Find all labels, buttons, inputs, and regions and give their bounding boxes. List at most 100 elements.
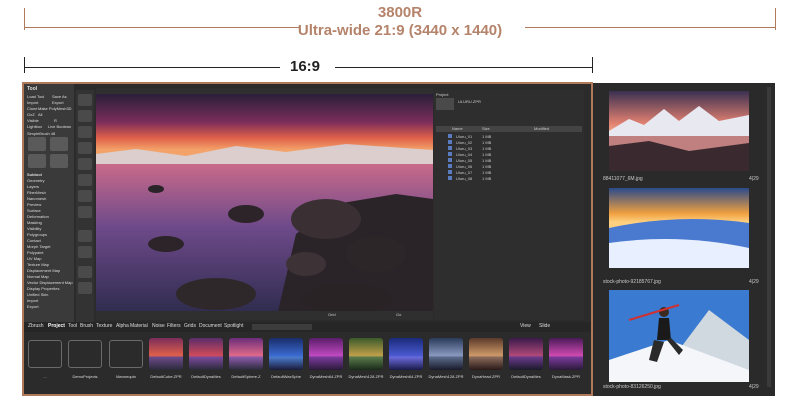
tool-menu-item[interactable]: Subtool <box>27 172 42 177</box>
tool-menu-item[interactable]: Masking <box>27 220 42 225</box>
tool-menu-item[interactable]: Surface <box>27 208 41 213</box>
brush-swatch[interactable] <box>50 154 68 168</box>
tab-project[interactable]: Project <box>48 323 65 329</box>
tool-row[interactable]: Load Tool <box>27 94 44 99</box>
project-thumbnail[interactable] <box>229 338 263 370</box>
project-thumbnail[interactable] <box>189 338 223 370</box>
aspect-tick-left <box>24 57 25 73</box>
tool-row[interactable]: R <box>54 118 57 123</box>
brush-swatch[interactable] <box>50 137 68 151</box>
column-header[interactable]: Name <box>452 126 463 131</box>
tool-row[interactable]: Save As <box>52 94 67 99</box>
tool-menu-item[interactable]: Layers <box>27 184 39 189</box>
tab-noise[interactable]: Noise <box>152 323 165 329</box>
tool-menu-item[interactable]: Deformation <box>27 214 49 219</box>
gallery-image[interactable] <box>609 290 749 382</box>
tab-zbrush[interactable]: Zbrush <box>28 323 44 329</box>
project-thumbnail[interactable] <box>389 338 423 370</box>
project-thumbnail[interactable] <box>429 338 463 370</box>
tool-menu-item[interactable]: Unified Skin <box>27 292 48 297</box>
toolbar-button[interactable] <box>78 158 92 170</box>
folder-tile[interactable] <box>28 340 62 368</box>
tab-material[interactable]: Material <box>130 323 148 329</box>
brush-swatch[interactable] <box>28 154 46 168</box>
toolbar-button[interactable] <box>78 126 92 138</box>
toolbar-button[interactable] <box>78 94 92 106</box>
tool-menu-item[interactable]: Polypaint <box>27 250 43 255</box>
tool-menu-item[interactable]: Texture Map <box>27 262 49 267</box>
tool-row[interactable]: Make PolyMesh3D <box>38 106 72 111</box>
gallery-image[interactable] <box>609 188 749 268</box>
tool-row[interactable]: Import <box>27 100 38 105</box>
tab-texture[interactable]: Texture <box>96 323 112 329</box>
tool-row[interactable]: Visible <box>27 118 39 123</box>
file-label: ULURU.ZPR <box>458 99 481 104</box>
toolbar-button[interactable] <box>78 110 92 122</box>
folder-tile[interactable] <box>109 340 143 368</box>
toolbar-button[interactable] <box>78 246 92 258</box>
project-thumbnail[interactable] <box>549 338 583 370</box>
project-thumbnail[interactable] <box>349 338 383 370</box>
file-row[interactable]: Uluru_08 1 MB <box>436 176 582 181</box>
tool-menu-item[interactable]: Geometry <box>27 178 45 183</box>
go-button[interactable]: Go <box>396 312 401 317</box>
tool-row[interactable]: Clone <box>27 106 37 111</box>
toolbar-button[interactable] <box>78 142 92 154</box>
folder-tile[interactable] <box>68 340 102 368</box>
tool-row[interactable]: Export <box>52 100 64 105</box>
project-thumbnail[interactable] <box>469 338 503 370</box>
toolbar-button[interactable] <box>78 174 92 186</box>
tool-menu-item[interactable]: Import <box>27 298 38 303</box>
tab-spotlight[interactable]: Spotlight <box>224 323 243 329</box>
file-row[interactable]: Uluru_02 1 MB <box>436 140 582 145</box>
tool-row[interactable]: GoZ <box>27 112 35 117</box>
tool-menu-item[interactable]: Contact <box>27 238 41 243</box>
tool-menu-item[interactable]: Vector Displacement Map <box>27 280 73 285</box>
tool-row[interactable]: All <box>38 112 42 117</box>
project-thumbnail[interactable] <box>509 338 543 370</box>
tool-menu-item[interactable]: Display Properties <box>27 286 59 291</box>
gallery-scrollbar[interactable] <box>767 87 771 387</box>
toolbar-button[interactable] <box>78 206 92 218</box>
tab-brush[interactable]: Brush <box>80 323 93 329</box>
file-row[interactable]: Uluru_06 1 MB <box>436 164 582 169</box>
column-header[interactable]: Modified <box>534 126 549 131</box>
toolbar-button[interactable] <box>78 230 92 242</box>
file-row[interactable]: Uluru_03 1 MB <box>436 146 582 151</box>
file-row[interactable]: Uluru_01 1 MB <box>436 134 582 139</box>
project-thumbnail[interactable] <box>269 338 303 370</box>
column-header[interactable]: Size <box>482 126 490 131</box>
file-row[interactable]: Uluru_07 1 MB <box>436 170 582 175</box>
tool-menu-item[interactable]: FiberMesh <box>27 190 46 195</box>
tool-menu-item[interactable]: Displacement Map <box>27 268 60 273</box>
tab-tool[interactable]: Tool <box>68 323 77 329</box>
project-thumbnail[interactable] <box>149 338 183 370</box>
gallery-image[interactable] <box>609 91 749 171</box>
slide-button[interactable]: Slide <box>539 323 550 329</box>
tool-menu-item[interactable]: Export <box>27 304 39 309</box>
project-thumbnail[interactable] <box>309 338 343 370</box>
toolbar-button[interactable] <box>78 266 92 278</box>
toolbar-button[interactable] <box>78 282 92 294</box>
tab-document[interactable]: Document <box>199 323 222 329</box>
toolbar-button[interactable] <box>78 190 92 202</box>
file-row[interactable]: Uluru_05 1 MB <box>436 158 582 163</box>
tool-menu-item[interactable]: Morph Target <box>27 244 51 249</box>
tab-filters[interactable]: Filters <box>167 323 181 329</box>
tool-menu-item[interactable]: Normal Map <box>27 274 49 279</box>
tool-menu-item[interactable]: Nanomesh <box>27 196 46 201</box>
tool-menu-item[interactable]: Preview <box>27 202 41 207</box>
viewport-image[interactable] <box>96 94 433 320</box>
filter-field[interactable] <box>252 324 312 330</box>
tab-alpha[interactable]: Alpha <box>116 323 129 329</box>
view-button[interactable]: View <box>520 323 531 329</box>
tool-row[interactable]: Lightbox <box>27 124 42 129</box>
tool-row[interactable]: Live Boolean <box>48 124 71 129</box>
brush-swatch[interactable] <box>28 137 46 151</box>
tool-menu-item[interactable]: UV Map <box>27 256 41 261</box>
file-row[interactable]: Uluru_04 1 MB <box>436 152 582 157</box>
grid-label: Grid <box>328 312 336 317</box>
tool-menu-item[interactable]: Visibility <box>27 226 41 231</box>
tab-grids[interactable]: Grids <box>184 323 196 329</box>
tool-menu-item[interactable]: Polygroups <box>27 232 47 237</box>
